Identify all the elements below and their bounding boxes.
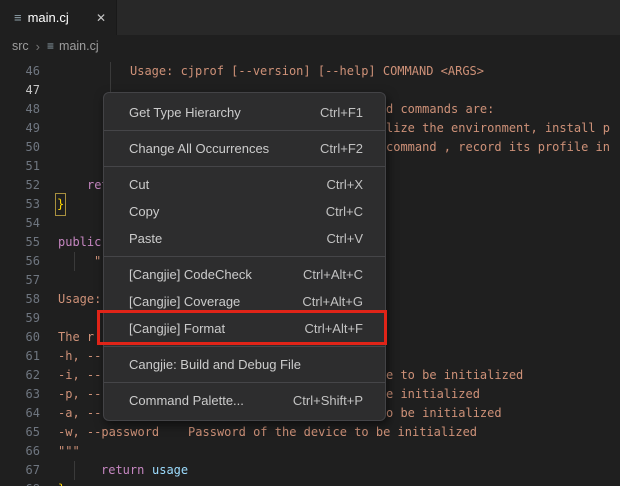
menu-item-shortcut: Ctrl+Alt+C	[303, 261, 363, 288]
menu-item-label: Copy	[129, 198, 159, 225]
menu-item-label: Get Type Hierarchy	[129, 99, 241, 126]
code-token: return	[101, 461, 144, 480]
line-number: 66	[0, 442, 40, 461]
code-token: """	[58, 442, 80, 461]
code-token: -p, --	[58, 385, 101, 404]
code-token: usage	[152, 461, 188, 480]
menu-separator	[104, 346, 385, 347]
line-number: 65	[0, 423, 40, 442]
menu-item-command-palette[interactable]: Command Palette... Ctrl+Shift+P	[104, 387, 385, 414]
line-number: 63	[0, 385, 40, 404]
menu-item-cangjie-coverage[interactable]: [Cangjie] Coverage Ctrl+Alt+G	[104, 288, 385, 315]
menu-item-shortcut: Ctrl+X	[327, 171, 363, 198]
menu-item-copy[interactable]: Copy Ctrl+C	[104, 198, 385, 225]
menu-item-label: [Cangjie] Coverage	[129, 288, 240, 315]
code-token: -h, --	[58, 347, 101, 366]
menu-separator	[104, 130, 385, 131]
file-icon: ≡	[47, 39, 54, 53]
menu-separator	[104, 382, 385, 383]
code-line[interactable]: 68}	[0, 480, 620, 486]
line-number: 60	[0, 328, 40, 347]
line-number: 56	[0, 252, 40, 271]
menu-item-label: Paste	[129, 225, 162, 252]
code-line[interactable]: 66 """	[0, 442, 620, 461]
code-token: command , record its profile in	[386, 138, 610, 157]
line-number: 62	[0, 366, 40, 385]
code-token: lize the environment, install p	[386, 119, 610, 138]
line-number: 50	[0, 138, 40, 157]
line-number: 53	[0, 195, 40, 214]
line-number: 58	[0, 290, 40, 309]
code-token: d commands are:	[386, 100, 494, 119]
menu-item-cangjie-build-and-debug-file[interactable]: Cangjie: Build and Debug File	[104, 351, 385, 378]
tab-title: main.cj	[28, 10, 69, 25]
line-number: 57	[0, 271, 40, 290]
line-number: 46	[0, 62, 40, 81]
code-line[interactable]: 46 Usage: cjprof [--version] [--help] COM…	[0, 62, 620, 81]
menu-item-shortcut: Ctrl+C	[326, 198, 363, 225]
menu-item-label: Cangjie: Build and Debug File	[129, 351, 301, 378]
line-number: 54	[0, 214, 40, 233]
code-token: e initialized	[386, 385, 480, 404]
line-number: 51	[0, 157, 40, 176]
menu-item-paste[interactable]: Paste Ctrl+V	[104, 225, 385, 252]
line-number: 64	[0, 404, 40, 423]
line-number: 52	[0, 176, 40, 195]
code-token: e to be initialized	[386, 366, 523, 385]
code-token: }	[57, 195, 64, 214]
tab-bar: ≡ main.cj ✕	[0, 0, 620, 35]
code-token: Usage:	[58, 290, 101, 309]
chevron-right-icon: ›	[36, 39, 40, 54]
line-number: 61	[0, 347, 40, 366]
code-token: The r	[58, 328, 94, 347]
menu-item-shortcut: Ctrl+F1	[320, 99, 363, 126]
menu-item-cangjie-codecheck[interactable]: [Cangjie] CodeCheck Ctrl+Alt+C	[104, 261, 385, 288]
menu-item-shortcut: Ctrl+V	[327, 225, 363, 252]
breadcrumb-folder[interactable]: src	[12, 39, 29, 53]
menu-item-label: Command Palette...	[129, 387, 244, 414]
menu-item-label: Change All Occurrences	[129, 135, 269, 162]
code-token: }	[58, 480, 65, 486]
menu-item-shortcut: Ctrl+F2	[320, 135, 363, 162]
menu-item-change-all-occurrences[interactable]: Change All Occurrences Ctrl+F2	[104, 135, 385, 162]
menu-item-shortcut: Ctrl+Alt+G	[302, 288, 363, 315]
menu-item-label: [Cangjie] CodeCheck	[129, 261, 252, 288]
breadcrumb-file[interactable]: main.cj	[59, 39, 99, 53]
code-token: -i, --	[58, 366, 101, 385]
code-line[interactable]: 67 return usage	[0, 461, 620, 480]
line-number: 47	[0, 81, 40, 100]
menu-separator	[104, 256, 385, 257]
line-number: 55	[0, 233, 40, 252]
code-line[interactable]: 65 -w, --password Password of the device …	[0, 423, 620, 442]
line-number: 48	[0, 100, 40, 119]
menu-item-cut[interactable]: Cut Ctrl+X	[104, 171, 385, 198]
code-token: Usage: cjprof [--version] [--help] COMMA…	[130, 62, 484, 81]
tab-close-icon[interactable]: ✕	[96, 12, 106, 24]
menu-item-shortcut: Ctrl+Shift+P	[293, 387, 363, 414]
tab-main-cj[interactable]: ≡ main.cj ✕	[0, 0, 117, 35]
menu-item-label: [Cangjie] Format	[129, 315, 225, 342]
line-number: 68	[0, 480, 40, 486]
line-number: 59	[0, 309, 40, 328]
menu-item-shortcut: Ctrl+Alt+F	[304, 315, 363, 342]
file-icon: ≡	[14, 11, 22, 24]
menu-separator	[104, 166, 385, 167]
code-token: o be initialized	[386, 404, 502, 423]
context-menu: Get Type Hierarchy Ctrl+F1 Change All Occu…	[103, 92, 386, 421]
vscode-window: ≡ main.cj ✕ src › ≡ main.cj 46 Usage: cjp…	[0, 0, 620, 486]
menu-item-get-type-hierarchy[interactable]: Get Type Hierarchy Ctrl+F1	[104, 99, 385, 126]
line-number: 67	[0, 461, 40, 480]
code-token: -w, --password Password of the device to…	[58, 423, 477, 442]
breadcrumb: src › ≡ main.cj	[0, 35, 620, 57]
line-number: 49	[0, 119, 40, 138]
code-token: "	[94, 252, 101, 271]
menu-item-label: Cut	[129, 171, 149, 198]
menu-item-cangjie-format[interactable]: [Cangjie] Format Ctrl+Alt+F	[104, 315, 385, 342]
code-token: public	[58, 233, 101, 252]
code-token: -a, --	[58, 404, 101, 423]
